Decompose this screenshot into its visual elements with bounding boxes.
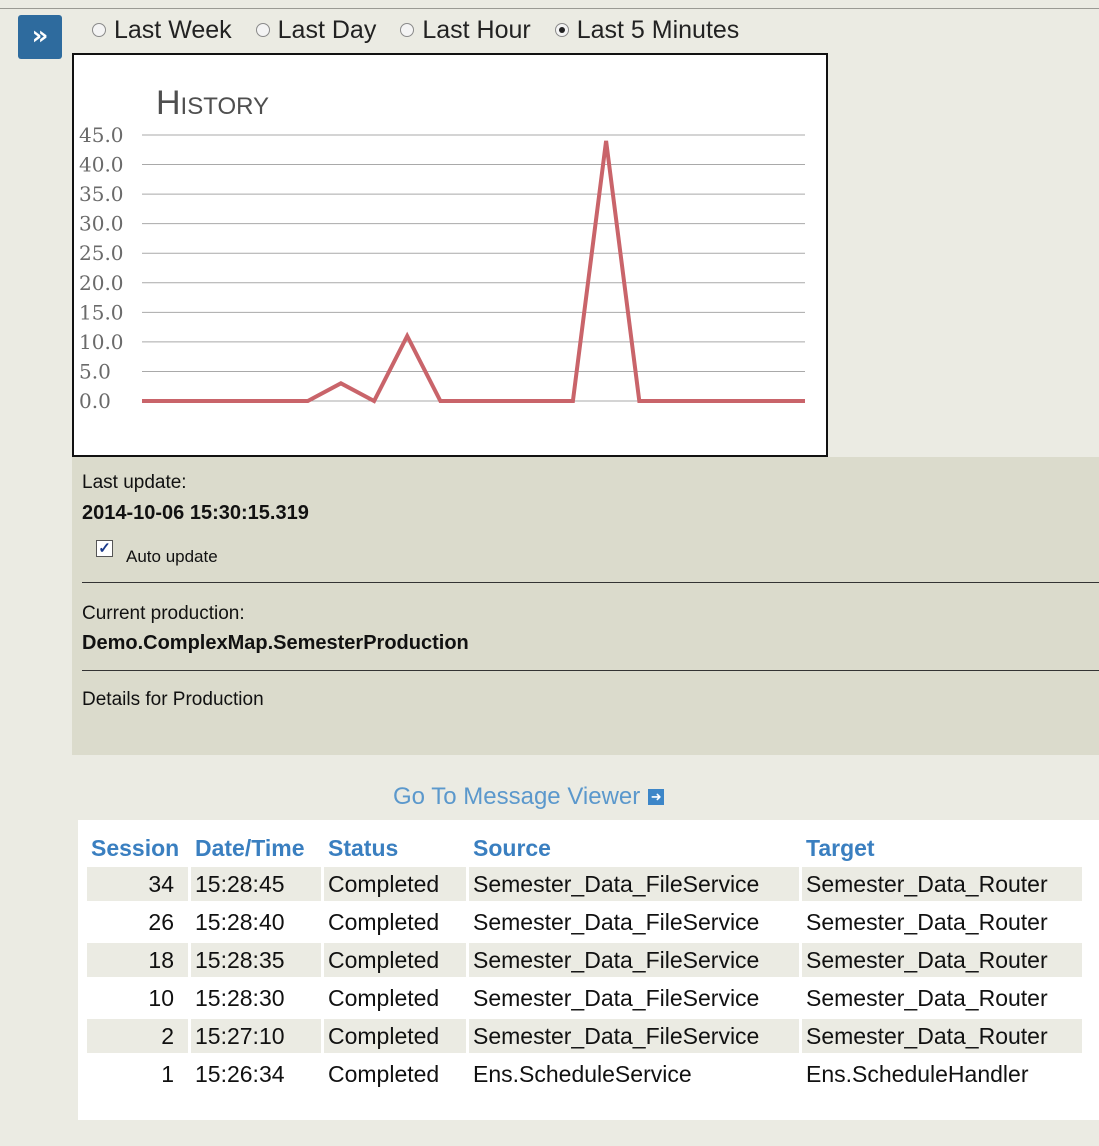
radio-label: Last Hour <box>422 15 531 44</box>
cell-source: Semester_Data_FileService <box>469 1019 799 1053</box>
cell-session: 26 <box>148 908 174 935</box>
cell-source: Ens.ScheduleService <box>473 1060 692 1087</box>
column-header-target[interactable]: Target <box>802 833 1082 863</box>
radio-last-day[interactable]: Last Day <box>255 15 377 45</box>
y-tick-label: 0.0 <box>79 389 111 413</box>
cell-session: 34 <box>87 867 188 901</box>
cell-status: Completed <box>328 1060 440 1087</box>
cell-datetime: 15:28:30 <box>195 984 285 1011</box>
table-row[interactable]: 2 15:27:10 Completed Semester_Data_FileS… <box>87 1019 1082 1053</box>
table-header-row: Session Date/Time Status Source Target <box>87 833 1082 863</box>
link-label: Go To Message Viewer <box>393 783 641 810</box>
history-line-chart: 45.0 40.0 35.0 30.0 25.0 20.0 15.0 10.0 5.0 0.0 <box>79 123 805 413</box>
cell-target: Semester_Data_Router <box>806 984 1048 1011</box>
radio-last-week[interactable]: Last Week <box>92 16 232 45</box>
cell-datetime: 15:28:35 <box>191 943 321 977</box>
cell-datetime: 15:27:10 <box>191 1019 321 1053</box>
column-header-session[interactable]: Session <box>87 833 188 863</box>
column-header-source[interactable]: Source <box>469 833 799 863</box>
radio-label: Last Week <box>114 15 232 44</box>
cell-target: Ens.ScheduleHandler <box>806 1060 1029 1087</box>
y-tick-label: 5.0 <box>79 359 111 383</box>
cell-target: Semester_Data_Router <box>802 943 1082 977</box>
expand-panel-button[interactable]: » <box>18 15 62 59</box>
table-row[interactable]: 1 15:26:34 Completed Ens.ScheduleService… <box>87 1057 1082 1091</box>
radio-label: Last Day <box>277 15 377 44</box>
table-row[interactable]: 34 15:28:45 Completed Semester_Data_File… <box>87 867 1082 901</box>
y-tick-label: 35.0 <box>79 182 124 206</box>
current-production-label: Current production: <box>82 603 245 624</box>
radio-button-selected-icon[interactable] <box>554 23 569 37</box>
go-to-message-viewer-link[interactable]: Go To Message Viewer ➜ <box>393 783 665 811</box>
y-tick-label: 15.0 <box>79 300 124 324</box>
table-row[interactable]: 10 15:28:30 Completed Semester_Data_File… <box>87 981 1082 1015</box>
y-tick-label: 20.0 <box>79 271 124 295</box>
table-row[interactable]: 18 15:28:35 Completed Semester_Data_File… <box>87 943 1082 977</box>
cell-source: Semester_Data_FileService <box>473 984 760 1011</box>
cell-datetime: 15:26:34 <box>195 1060 285 1087</box>
cell-target: Semester_Data_Router <box>802 1019 1082 1053</box>
time-range-selector: Last Week Last Day Last Hour Last 5 Minu… <box>92 14 763 46</box>
auto-update-checkbox[interactable]: ✓ <box>96 540 113 557</box>
last-update-label: Last update: <box>82 472 187 493</box>
y-tick-label: 40.0 <box>79 153 124 177</box>
y-tick-label: 30.0 <box>79 212 124 236</box>
current-production-value: Demo.ComplexMap.SemesterProduction <box>82 632 469 654</box>
cell-source: Semester_Data_FileService <box>469 867 799 901</box>
radio-label: Last 5 Minutes <box>576 15 740 44</box>
y-tick-label: 45.0 <box>79 123 124 147</box>
cell-session: 1 <box>161 1060 174 1087</box>
radio-last-5-minutes[interactable]: Last 5 Minutes <box>554 15 740 45</box>
divider <box>82 582 1099 583</box>
radio-button-icon[interactable] <box>92 23 106 37</box>
auto-update-label: Auto update <box>126 547 218 566</box>
cell-status: Completed <box>328 908 440 935</box>
y-tick-label: 10.0 <box>79 330 124 354</box>
cell-session: 18 <box>87 943 188 977</box>
series-line <box>142 140 805 404</box>
details-label: Details for Production <box>82 689 264 710</box>
cell-status: Completed <box>324 943 466 977</box>
cell-status: Completed <box>324 867 466 901</box>
cell-status: Completed <box>328 984 440 1011</box>
radio-button-icon[interactable] <box>255 23 270 37</box>
table-row[interactable]: 26 15:28:40 Completed Semester_Data_File… <box>87 905 1082 939</box>
y-tick-label: 25.0 <box>79 241 124 265</box>
cell-target: Semester_Data_Router <box>802 867 1082 901</box>
top-divider <box>0 8 1099 9</box>
divider <box>82 670 1099 671</box>
cell-datetime: 15:28:45 <box>191 867 321 901</box>
radio-last-hour[interactable]: Last Hour <box>400 15 531 45</box>
cell-session: 10 <box>148 984 174 1011</box>
column-header-status[interactable]: Status <box>324 833 466 863</box>
cell-source: Semester_Data_FileService <box>469 943 799 977</box>
radio-button-icon[interactable] <box>400 23 415 37</box>
cell-session: 2 <box>87 1019 188 1053</box>
column-header-datetime[interactable]: Date/Time <box>191 833 321 863</box>
cell-datetime: 15:28:40 <box>195 908 285 935</box>
cell-source: Semester_Data_FileService <box>473 908 760 935</box>
last-update-value: 2014-10-06 15:30:15.319 <box>82 502 309 524</box>
cell-target: Semester_Data_Router <box>806 908 1048 935</box>
arrow-right-icon: ➜ <box>648 789 665 805</box>
messages-table: Session Date/Time Status Source Target 3… <box>84 829 1085 1095</box>
cell-status: Completed <box>324 1019 466 1053</box>
